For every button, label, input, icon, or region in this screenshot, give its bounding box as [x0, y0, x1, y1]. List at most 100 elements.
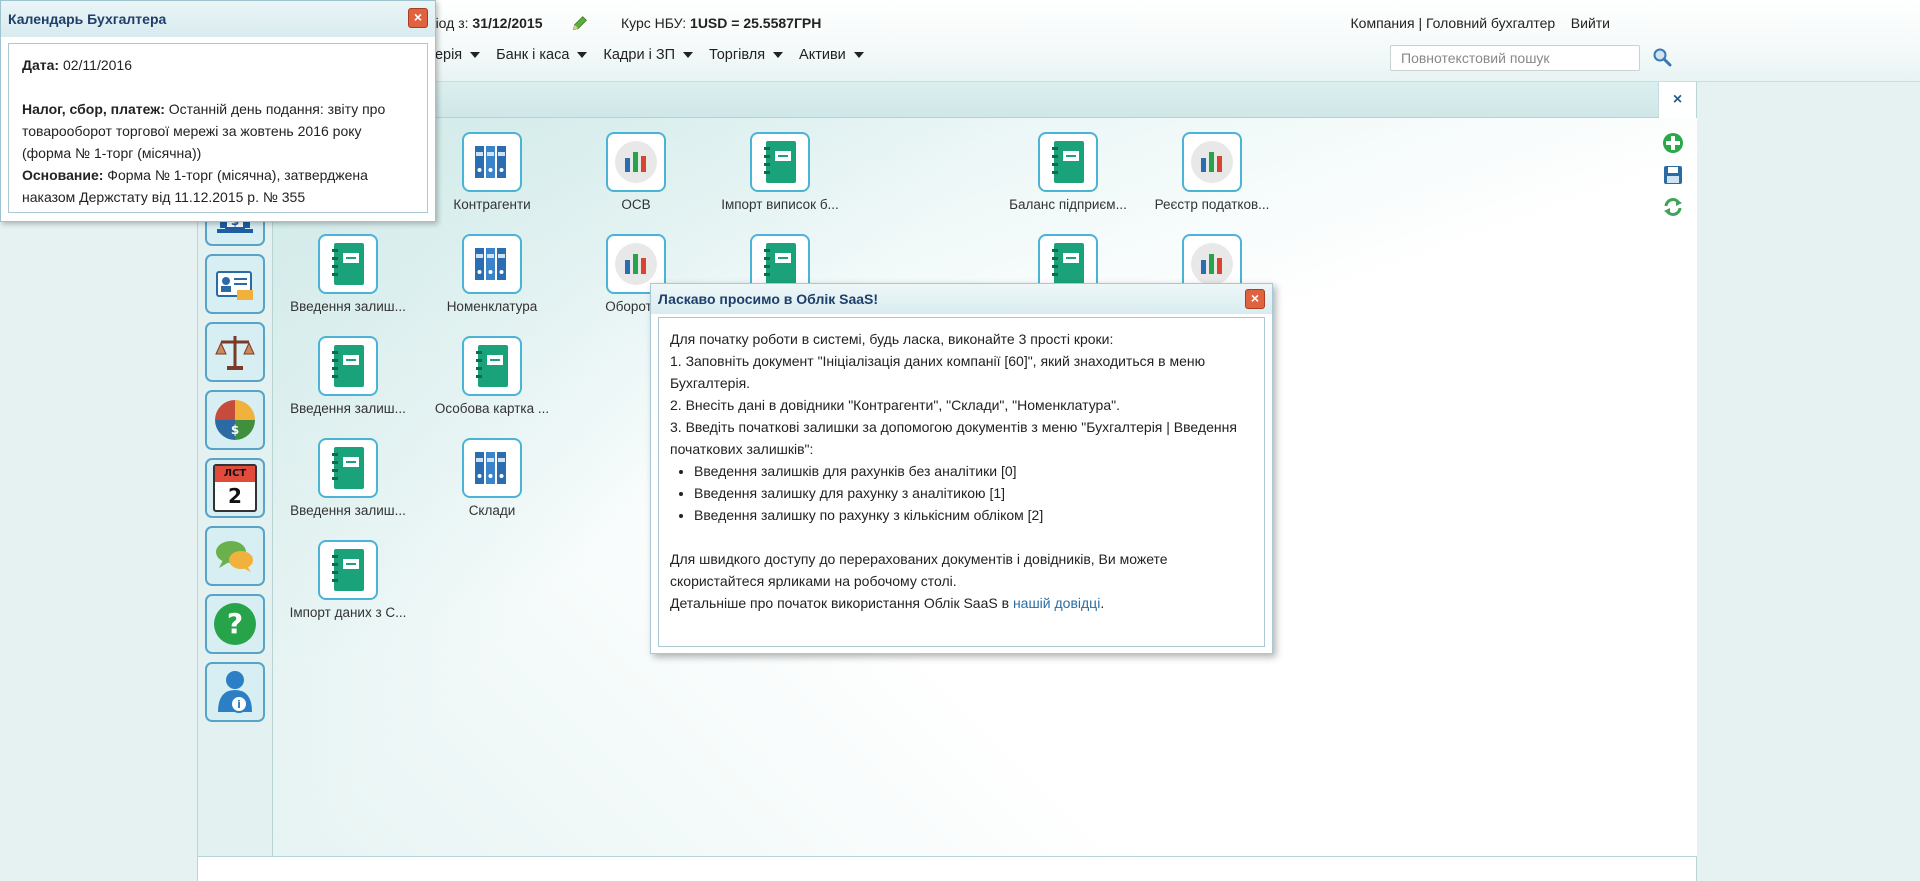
calendar-tax-row: Налог, сбор, платеж: Останній день подан… — [22, 98, 414, 164]
step-3-text: 3. Введіть початкові залишки за допомого… — [670, 419, 1237, 457]
menu-assets[interactable]: Активи — [799, 47, 864, 63]
caret-down-icon — [683, 52, 693, 58]
rail-calendar-button[interactable]: ЛСТ 2 — [205, 458, 265, 518]
caret-down-icon — [470, 52, 481, 58]
user-links: Компания | Головний бухгалтер Вийти — [1351, 15, 1611, 31]
notebook-icon — [462, 336, 522, 396]
date-label: Дата: — [22, 57, 60, 73]
left-toolbar: $ ЛСТ 2 ? i — [198, 118, 273, 856]
rail-help-button[interactable]: ? — [205, 594, 265, 654]
menu-label: Торгівля — [709, 47, 766, 63]
exchange-rate: Курс НБУ: 1USD = 25.5587ГРН — [621, 15, 821, 31]
desktop-shortcut[interactable]: Номенклатура — [417, 234, 567, 314]
shortcut-label: Імпорт даних з С... — [289, 605, 407, 620]
company-user-link[interactable]: Компания | Головний бухгалтер — [1351, 15, 1556, 31]
add-icon[interactable] — [1662, 132, 1684, 154]
help-icon: ? — [214, 603, 256, 645]
shortcut-label: Склади — [468, 503, 516, 518]
svg-text:i: i — [237, 698, 241, 711]
pencil-icon[interactable] — [571, 14, 589, 32]
dialog-title: Ласкаво просимо в Облік SaaS! — [651, 284, 1272, 314]
intro-text: Для початку роботи в системі, будь ласка… — [670, 331, 1114, 347]
shortcut-label: Введення залиш... — [290, 401, 406, 416]
user-info-icon: i — [218, 671, 252, 713]
binders-icon — [462, 438, 522, 498]
desktop-shortcut[interactable]: Контрагенти — [417, 132, 567, 212]
calendar-day: 2 — [228, 484, 242, 508]
list-item: Введення залишків для рахунків без аналі… — [694, 460, 1253, 482]
fulltext-search-input[interactable] — [1390, 45, 1640, 71]
binders-icon — [462, 234, 522, 294]
desktop-shortcut[interactable]: Введення залиш... — [273, 438, 423, 518]
desktop-shortcut[interactable]: Введення залиш... — [273, 336, 423, 416]
rate-value: 1USD = 25.5587ГРН — [690, 15, 822, 31]
calendar-month: ЛСТ — [215, 466, 255, 482]
desktop-shortcut[interactable]: Баланс підприєм... — [993, 132, 1143, 212]
desktop-shortcut[interactable]: Склади — [417, 438, 567, 518]
refresh-icon[interactable] — [1662, 196, 1684, 218]
menu-label: Активи — [799, 47, 846, 63]
shortcut-label: Баланс підприєм... — [1009, 197, 1127, 212]
shortcut-label: Контрагенти — [453, 197, 531, 212]
shortcut-label: Реєстр податков... — [1154, 197, 1270, 212]
shortcut-label: Введення залиш... — [290, 503, 406, 518]
more-info-suffix: . — [1100, 595, 1105, 611]
shortcut-label: Імпорт виписок б... — [721, 197, 839, 212]
period-info: еріод з: 31/12/2015 — [420, 15, 543, 31]
quick-access-text: Для швидкого доступу до перерахованих до… — [670, 551, 1168, 589]
id-card-icon — [216, 271, 253, 300]
svg-text:?: ? — [227, 607, 243, 640]
logout-link[interactable]: Вийти — [1571, 15, 1610, 31]
basis-label: Основание: — [22, 167, 104, 183]
notebook-icon — [318, 438, 378, 498]
dialog-body: Для початку роботи в системі, будь ласка… — [658, 317, 1265, 647]
calendar-popup-close-button[interactable]: × — [408, 8, 428, 28]
desktop-shortcut[interactable]: ОСВ — [561, 132, 711, 212]
desktop-shortcut[interactable]: Особова картка ... — [417, 336, 567, 416]
workspace-close-button[interactable]: × — [1658, 82, 1696, 118]
scales-icon — [215, 336, 255, 370]
notebook-icon — [318, 336, 378, 396]
menu-bank-cash[interactable]: Банк і каса — [496, 47, 588, 63]
menu-label: Кадри і ЗП — [603, 47, 675, 63]
chart-icon — [606, 132, 666, 192]
popup-title: Календарь Бухгалтера — [1, 1, 435, 37]
step-1-text: 1. Заповніть документ "Ініціалізація дан… — [670, 353, 1206, 391]
list-item: Введення залишку для рахунку з аналітико… — [694, 482, 1253, 504]
accountant-calendar-popup: Календарь Бухгалтера × Дата: 02/11/2016 … — [0, 0, 436, 222]
list-item: Введення залишку по рахунку з кількісним… — [694, 504, 1253, 526]
workspace-footer — [198, 856, 1696, 881]
desktop-shortcut[interactable]: Введення залиш... — [273, 234, 423, 314]
date-value: 02/11/2016 — [62, 57, 132, 73]
menu-label: Банк і каса — [496, 47, 570, 63]
help-link[interactable]: нашій довідці — [1013, 595, 1100, 611]
step-2-text: 2. Внесіть дані в довідники "Контрагенти… — [670, 397, 1120, 413]
notebook-icon — [750, 132, 810, 192]
rail-assets-button[interactable]: $ — [205, 390, 265, 450]
welcome-dialog-close-button[interactable]: × — [1245, 289, 1265, 309]
chat-icon — [216, 541, 253, 572]
notebook-icon — [318, 234, 378, 294]
menu-trade[interactable]: Торгівля — [709, 47, 784, 63]
search-icon[interactable] — [1652, 47, 1672, 67]
more-info-text: Детальніше про початок використання Облі… — [670, 595, 1013, 611]
chart-icon — [1182, 132, 1242, 192]
more-info-row: Детальніше про початок використання Облі… — [670, 592, 1253, 614]
binders-icon — [462, 132, 522, 192]
desktop-shortcut[interactable]: Імпорт даних з С... — [273, 540, 423, 620]
shortcut-label: Особова картка ... — [434, 401, 550, 416]
rail-card-button[interactable] — [205, 254, 265, 314]
menu-hr-payroll[interactable]: Кадри і ЗП — [603, 47, 693, 63]
desktop-shortcut[interactable]: Реєстр податков... — [1137, 132, 1287, 212]
shortcut-label: ОСВ — [621, 197, 651, 212]
save-icon[interactable] — [1662, 164, 1684, 186]
popup-body: Дата: 02/11/2016 Налог, сбор, платеж: Ос… — [8, 43, 428, 213]
rail-scales-button[interactable] — [205, 322, 265, 382]
shortcut-label: Номенклатура — [446, 299, 538, 314]
rail-chat-button[interactable] — [205, 526, 265, 586]
desktop-shortcut[interactable]: Імпорт виписок б... — [705, 132, 855, 212]
rail-user-info-button[interactable]: i — [205, 662, 265, 722]
document-list: Введення залишків для рахунків без аналі… — [694, 460, 1253, 526]
